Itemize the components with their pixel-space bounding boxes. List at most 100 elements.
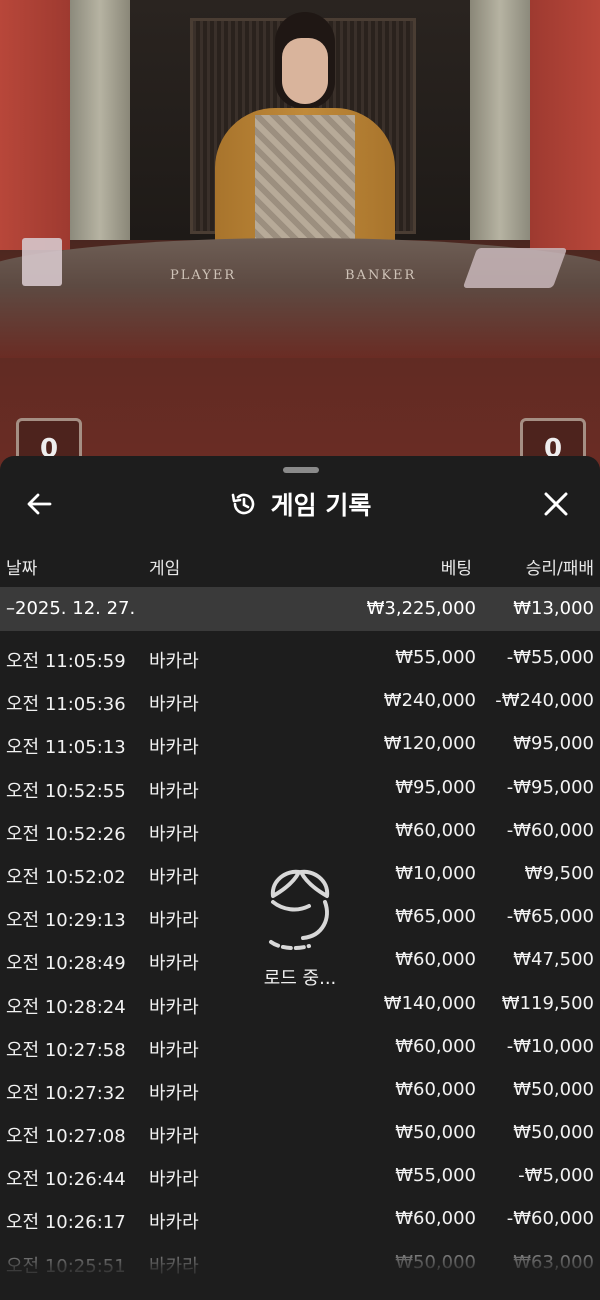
row-win-loss: -₩60,000	[506, 819, 594, 841]
row-date: 오전 10:26:17	[6, 1212, 126, 1234]
row-win-loss: -₩5,000	[518, 1165, 594, 1187]
history-row[interactable]: 오전 11:05:36 바카라 ₩240,000 -₩240,000	[0, 679, 600, 722]
pillar-right	[470, 0, 530, 240]
row-bet: ₩55,000	[395, 1165, 476, 1187]
player-table-label: PLAYER	[170, 268, 237, 283]
row-game: 바카라	[149, 1169, 199, 1191]
row-bet: ₩120,000	[383, 733, 476, 755]
pillar-left	[70, 0, 130, 240]
wall-right	[530, 0, 600, 250]
banker-table-label: BANKER	[345, 268, 417, 283]
row-date: 오전 10:27:32	[6, 1082, 126, 1104]
discard-tray	[22, 238, 62, 286]
loading-indicator: 로드 중...	[245, 866, 355, 990]
row-date: 오전 10:28:49	[6, 953, 126, 975]
row-date: 오전 10:52:02	[6, 866, 126, 888]
history-row[interactable]: 오전 10:27:58 바카라 ₩60,000 -₩10,000	[0, 1025, 600, 1068]
row-bet: ₩50,000	[395, 1122, 476, 1144]
live-video-feed: PLAYER BANKER 0 0	[0, 0, 600, 470]
row-bet: ₩240,000	[383, 690, 476, 712]
row-game: 바카라	[149, 823, 199, 845]
row-game: 바카라	[149, 694, 199, 716]
row-date: 오전 10:27:58	[6, 1039, 126, 1061]
history-row[interactable]: 오전 10:25:51 바카라 ₩50,000 ₩63,000	[0, 1241, 600, 1284]
row-win-loss: ₩50,000	[513, 1122, 594, 1144]
history-icon	[231, 493, 254, 515]
row-bet: ₩95,000	[395, 776, 476, 798]
row-win-loss: ₩119,500	[501, 992, 594, 1014]
game-history-sheet: 게임 기록 날짜 게임 베팅 승리/패배 –2025. 12. 27. ₩3,2…	[0, 456, 600, 1300]
row-date: 오전 10:28:24	[6, 996, 126, 1018]
history-row[interactable]: 오전 10:26:44 바카라 ₩55,000 -₩5,000	[0, 1154, 600, 1197]
arrow-left-icon	[27, 493, 52, 515]
history-row[interactable]: 오전 10:52:26 바카라 ₩60,000 -₩60,000	[0, 809, 600, 852]
spinner-icon	[269, 869, 330, 951]
row-date: 오전 10:27:08	[6, 1126, 126, 1148]
row-bet: ₩60,000	[395, 1078, 476, 1100]
row-game: 바카라	[149, 1212, 199, 1234]
dealer-vest	[255, 115, 355, 245]
column-header-win-loss: 승리/패배	[525, 559, 594, 579]
row-bet: ₩10,000	[395, 862, 476, 884]
row-game: 바카라	[149, 780, 199, 802]
back-button[interactable]	[24, 484, 64, 524]
row-date: 오전 11:05:13	[6, 737, 126, 759]
row-game: 바카라	[149, 953, 199, 975]
row-game: 바카라	[149, 1255, 199, 1277]
card-shoe	[462, 248, 568, 288]
history-row[interactable]: 오전 10:52:55 바카라 ₩95,000 -₩95,000	[0, 766, 600, 809]
close-button[interactable]	[536, 484, 576, 524]
row-bet: ₩60,000	[395, 819, 476, 841]
summary-win-loss: ₩13,000	[513, 598, 594, 619]
row-game: 바카라	[149, 866, 199, 888]
row-bet: ₩65,000	[395, 906, 476, 928]
row-win-loss: -₩60,000	[506, 1208, 594, 1230]
loading-text: 로드 중...	[263, 968, 337, 989]
history-row[interactable]: 오전 10:26:17 바카라 ₩60,000 -₩60,000	[0, 1197, 600, 1240]
row-bet: ₩140,000	[383, 992, 476, 1014]
row-game: 바카라	[149, 996, 199, 1018]
row-win-loss: -₩10,000	[506, 1035, 594, 1057]
row-date: 오전 11:05:59	[6, 651, 126, 672]
row-bet: ₩60,000	[395, 949, 476, 971]
history-row[interactable]: 오전 10:27:32 바카라 ₩60,000 ₩50,000	[0, 1068, 600, 1111]
dealer-face	[282, 38, 328, 104]
row-game: 바카라	[149, 1039, 199, 1061]
row-date: 오전 10:26:44	[6, 1169, 126, 1191]
row-game: 바카라	[149, 1126, 199, 1148]
row-bet: ₩60,000	[395, 1208, 476, 1230]
row-game: 바카라	[149, 1082, 199, 1104]
wall-left	[0, 0, 70, 250]
history-row[interactable]: 오전 11:05:59 바카라 ₩55,000 -₩55,000	[0, 636, 600, 679]
row-win-loss: ₩95,000	[513, 733, 594, 755]
row-date: 오전 10:25:51	[6, 1255, 126, 1277]
column-header-date: 날짜	[6, 559, 38, 579]
summary-date: –2025. 12. 27.	[6, 598, 136, 619]
row-date: 오전 10:52:55	[6, 780, 126, 802]
summary-bet: ₩3,225,000	[366, 598, 476, 619]
row-win-loss: ₩50,000	[513, 1078, 594, 1100]
page-title: 게임 기록	[270, 491, 372, 520]
row-win-loss: -₩55,000	[506, 647, 594, 668]
row-bet: ₩50,000	[395, 1251, 476, 1273]
row-win-loss: ₩9,500	[524, 862, 594, 884]
date-summary-row[interactable]: –2025. 12. 27. ₩3,225,000 ₩13,000	[0, 587, 600, 631]
row-game: 바카라	[149, 737, 199, 759]
row-bet: ₩55,000	[395, 647, 476, 668]
row-game: 바카라	[149, 651, 199, 672]
row-win-loss: -₩95,000	[506, 776, 594, 798]
row-date: 오전 10:29:13	[6, 910, 126, 932]
close-icon	[544, 492, 568, 516]
row-win-loss: -₩240,000	[495, 690, 594, 712]
column-header-bet: 베팅	[440, 559, 472, 579]
row-win-loss: ₩63,000	[513, 1251, 594, 1273]
column-header-game: 게임	[149, 559, 181, 579]
row-date: 오전 10:52:26	[6, 823, 126, 845]
row-win-loss: ₩47,500	[513, 949, 594, 971]
history-row[interactable]: 오전 10:27:08 바카라 ₩50,000 ₩50,000	[0, 1111, 600, 1154]
row-game: 바카라	[149, 910, 199, 932]
row-date: 오전 11:05:36	[6, 694, 126, 716]
row-win-loss: -₩65,000	[506, 906, 594, 928]
drag-handle[interactable]	[283, 467, 319, 473]
history-row[interactable]: 오전 11:05:13 바카라 ₩120,000 ₩95,000	[0, 722, 600, 765]
